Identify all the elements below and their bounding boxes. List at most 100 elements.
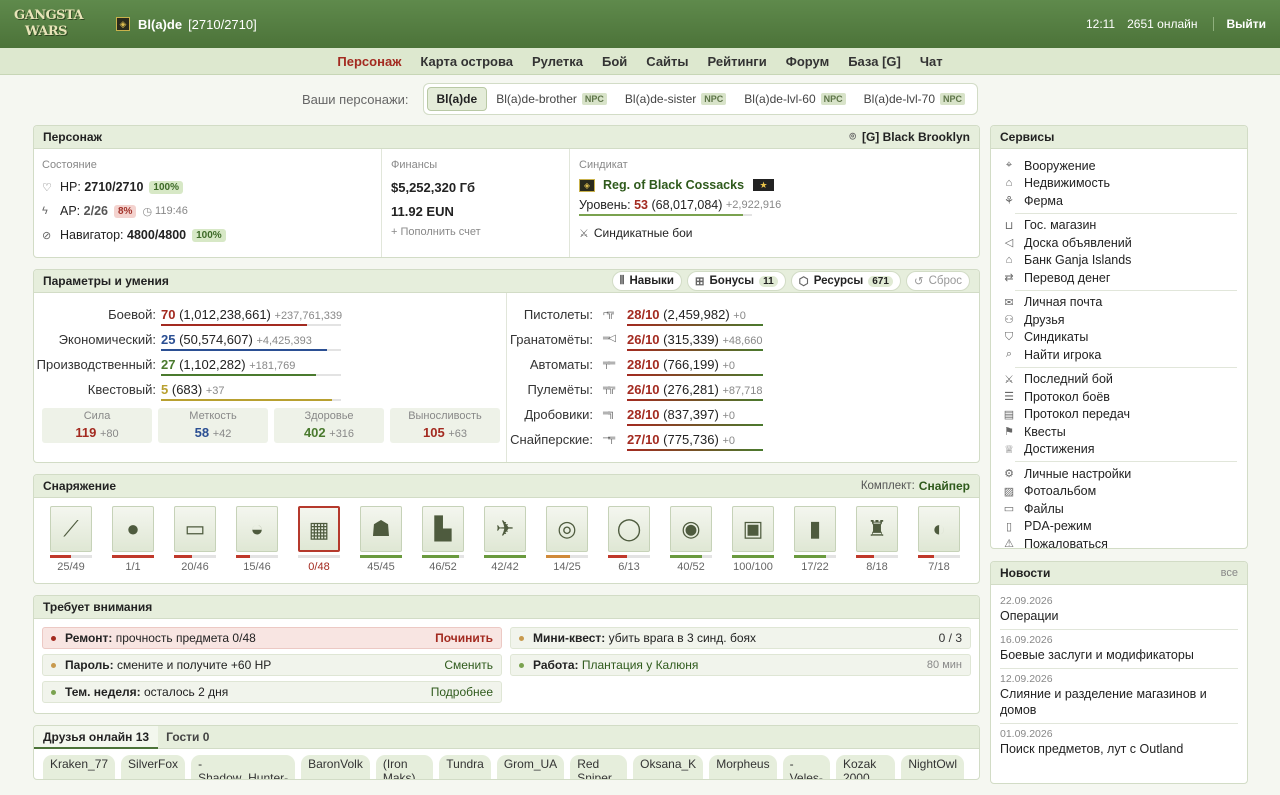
ring-slot[interactable]: ◯ (608, 506, 650, 552)
durability-text: 25/49 (57, 561, 85, 573)
logout-button[interactable]: Выйти (1226, 17, 1266, 31)
friend-chip[interactable]: SilverFox (121, 755, 186, 779)
friend-chip[interactable]: (Iron Maks) (375, 755, 434, 779)
character-tab[interactable]: Bl(a)de-brother NPC (487, 88, 616, 110)
friend-chip[interactable]: Red Sniper (570, 755, 628, 779)
bonuses-button[interactable]: ⊞ Бонусы 11 (686, 271, 786, 291)
service-link[interactable]: ▨ Фотоальбом (1003, 483, 1237, 501)
service-link[interactable]: ⚇ Друзья (1003, 311, 1237, 329)
menu-item[interactable]: Карта острова (411, 54, 523, 69)
service-link[interactable]: ⌂ Банк Ganja Islands (1003, 252, 1237, 270)
character-tab[interactable]: Bl(a)de-lvl-70 NPC (855, 88, 974, 110)
topup-link[interactable]: + Пополнить счет (391, 226, 571, 238)
menu-item[interactable]: Сайты (637, 54, 698, 69)
menu-item[interactable]: Персонаж (328, 54, 411, 69)
news-item[interactable]: 16.09.2026 Боевые заслуги и модификаторы (1000, 630, 1238, 669)
friend-chip[interactable]: NightOwl (901, 755, 964, 779)
friend-chip[interactable]: Kraken_77 (43, 755, 116, 779)
syndicate-battles-link[interactable]: ⚔ Синдикатные бои (579, 226, 969, 240)
sniper-rifle-slot[interactable]: ⟋ (50, 506, 92, 552)
helmet-slot[interactable]: ◒ (236, 506, 278, 552)
helicopter-slot[interactable]: ✈ (484, 506, 526, 552)
panel-header: Персонаж ⌾ [G] Black Brooklyn (34, 126, 979, 149)
menu-item[interactable]: Рейтинги (698, 54, 776, 69)
news-all-link[interactable]: все (1221, 567, 1238, 579)
news-item[interactable]: 12.09.2026 Слияние и разделение магазинов… (1000, 669, 1238, 724)
service-link[interactable]: ⊔ Гос. магазин (1003, 217, 1237, 235)
work-link[interactable]: Плантация у Калюня (582, 658, 699, 672)
weapon-skill-name: Дробовики: (524, 407, 593, 422)
night-vision-slot[interactable]: ◉ (670, 506, 712, 552)
character-tab[interactable]: Bl(a)de-lvl-60 NPC (735, 88, 854, 110)
weapon-skill-exp: (2,459,982) (663, 307, 730, 322)
skills-button[interactable]: ⫴ Навыки (611, 271, 682, 291)
service-link[interactable]: ⌂ Недвижимость (1003, 175, 1237, 193)
service-link[interactable]: ▤ Протокол передач (1003, 406, 1237, 424)
service-link[interactable]: ✉ Личная почта (1003, 294, 1237, 312)
character-tab[interactable]: Bl(a)de-sister NPC (616, 88, 735, 110)
radio-slot[interactable]: ▮ (794, 506, 836, 552)
alert-text: убить врага в 3 синд. боях (608, 631, 757, 645)
finance-label: Финансы (391, 159, 438, 171)
friend-chip[interactable]: Morpheus (709, 755, 777, 779)
armor-plate-slot[interactable]: ▣ (732, 506, 774, 552)
service-link[interactable]: ⌖ Вооружение (1003, 157, 1237, 175)
change-password-button[interactable]: Сменить (444, 658, 493, 672)
menu-item[interactable]: Рулетка (523, 54, 593, 69)
stat-value: 105 (423, 425, 445, 440)
service-link[interactable]: ☰ Протокол боёв (1003, 388, 1237, 406)
service-link[interactable]: ⚔ Последний бой (1003, 371, 1237, 389)
service-link[interactable]: ⚠ Пожаловаться (1003, 535, 1237, 548)
resources-button[interactable]: ⬡ Ресурсы 671 (790, 271, 901, 291)
menu-item[interactable]: Чат (910, 54, 952, 69)
friend-chip[interactable]: Kozak 2000 (835, 755, 896, 779)
belt-slot[interactable]: ▭ (174, 506, 216, 552)
service-link[interactable]: ⛉ Синдикаты (1003, 329, 1237, 347)
eun-value: 11.92 EUN (391, 204, 454, 219)
news-item[interactable]: 01.09.2026 Поиск предметов, лут с Outland (1000, 724, 1238, 762)
service-link[interactable]: ▯ PDA-режим (1003, 518, 1237, 536)
weapon-skill-row: Пистолеты: ⌐╦ 28/10 (2,459,982) +0 (507, 305, 977, 327)
friend-chip[interactable]: Grom_UA (496, 755, 565, 779)
location-link[interactable]: ⌾ [G] Black Brooklyn (849, 130, 970, 144)
service-link[interactable]: ♕ Достижения (1003, 441, 1237, 459)
game-logo[interactable]: GANGSTA WARS (14, 4, 84, 44)
character-tab[interactable]: Bl(a)de (426, 87, 488, 111)
menu-item[interactable]: База [G] (839, 54, 911, 69)
online-count[interactable]: 2651 онлайн (1127, 17, 1197, 31)
grenade-slot[interactable]: ● (112, 506, 154, 552)
tab-friends-online[interactable]: Друзья онлайн 13 (34, 726, 159, 749)
service-link[interactable]: ⚙ Личные настройки (1003, 465, 1237, 483)
durability-text: 42/42 (491, 561, 519, 573)
friend-chip[interactable]: -Shadow_Hunter- (191, 755, 296, 779)
kit-link[interactable]: Снайпер (919, 479, 970, 493)
boots-slot[interactable]: ▙ (422, 506, 464, 552)
repair-button[interactable]: Починить (435, 631, 493, 645)
mug-slot[interactable]: ♜ (856, 506, 898, 552)
friend-chip[interactable]: Oksana_K (633, 755, 704, 779)
service-link[interactable]: ▭ Файлы (1003, 500, 1237, 518)
suit-slot[interactable]: ☗ (360, 506, 402, 552)
weapon-skill-progress-fill (627, 374, 763, 376)
vest-slot[interactable]: ▦ (298, 506, 340, 552)
service-link[interactable]: ⌕ Найти игрока (1003, 346, 1237, 364)
binoculars-slot[interactable]: ◎ (546, 506, 588, 552)
service-link[interactable]: ⚘ Ферма (1003, 192, 1237, 210)
service-link[interactable]: ⇄ Перевод денег (1003, 269, 1237, 287)
details-button[interactable]: Подробнее (431, 685, 493, 699)
news-item[interactable]: 22.09.2026 Операции (1000, 591, 1238, 630)
current-character[interactable]: ◈ Bl(a)de [2710/2710] (116, 17, 257, 32)
menu-item[interactable]: Форум (776, 54, 838, 69)
friend-chip[interactable]: Tundra (439, 755, 491, 779)
service-link[interactable]: ⚑ Квесты (1003, 423, 1237, 441)
reset-button[interactable]: ↺ Сброс (905, 271, 970, 291)
service-link[interactable]: ◁ Доска объявлений (1003, 234, 1237, 252)
binoculars-icon: ◎ (557, 516, 577, 541)
friend-chip[interactable]: BaronVolk (301, 755, 370, 779)
durability-bar (546, 555, 588, 558)
menu-item[interactable]: Бой (593, 54, 637, 69)
compass-slot[interactable]: ◐ (918, 506, 960, 552)
friend-chip[interactable]: -Veles- (782, 755, 830, 779)
syndicate-link[interactable]: Reg. of Black Cossacks (603, 178, 744, 192)
tab-guests[interactable]: Гости 0 (158, 730, 217, 744)
